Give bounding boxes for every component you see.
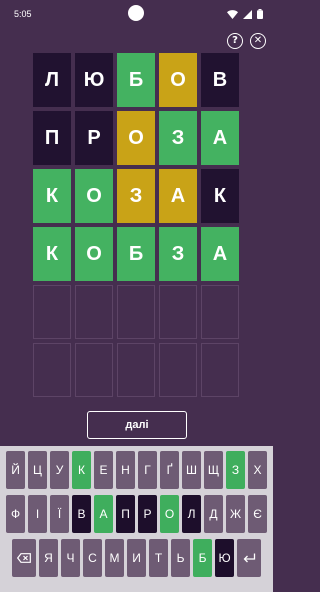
board-tile <box>33 343 71 397</box>
keyboard-key[interactable]: ї <box>50 495 69 533</box>
board-tile: к <box>33 227 71 281</box>
board-tile: к <box>201 169 239 223</box>
keyboard-row: фіївапролджє <box>0 495 273 533</box>
board-tile: о <box>75 169 113 223</box>
signal-icon <box>243 9 252 19</box>
board-tile <box>117 343 155 397</box>
board-tile: з <box>159 111 197 165</box>
keyboard-key[interactable]: а <box>94 495 113 533</box>
keyboard-key[interactable]: ф <box>6 495 25 533</box>
status-icons <box>227 9 263 19</box>
top-actions: ? ✕ <box>227 33 266 49</box>
board-tile: б <box>117 53 155 107</box>
board-tile: ю <box>75 53 113 107</box>
keyboard-key[interactable]: ц <box>28 451 47 489</box>
board-tile <box>201 343 239 397</box>
board-tile: п <box>33 111 71 165</box>
enter-icon <box>243 553 256 564</box>
keyboard-key[interactable]: м <box>105 539 124 577</box>
keyboard-key[interactable]: є <box>248 495 267 533</box>
keyboard-key[interactable]: и <box>127 539 146 577</box>
game-board: любовпрозакозаккобза <box>33 53 239 397</box>
board-tile <box>201 285 239 339</box>
keyboard-key[interactable]: ш <box>182 451 201 489</box>
status-time: 5:05 <box>14 9 32 19</box>
board-tile: р <box>75 111 113 165</box>
next-button[interactable]: далі <box>87 411 187 439</box>
board-tile <box>159 285 197 339</box>
keyboard-key[interactable]: і <box>28 495 47 533</box>
keyboard-key[interactable]: ч <box>61 539 80 577</box>
board-tile: з <box>117 169 155 223</box>
wifi-icon <box>227 9 238 19</box>
close-icon[interactable]: ✕ <box>250 33 266 49</box>
keyboard-key[interactable]: щ <box>204 451 223 489</box>
keyboard-key[interactable]: ь <box>171 539 190 577</box>
enter-key[interactable] <box>237 539 261 577</box>
board-tile <box>33 285 71 339</box>
keyboard-key[interactable]: к <box>72 451 91 489</box>
keyboard-key[interactable]: я <box>39 539 58 577</box>
board-tile: к <box>33 169 71 223</box>
board-tile: а <box>201 227 239 281</box>
board-tile <box>117 285 155 339</box>
board-tile: о <box>117 111 155 165</box>
camera-cutout <box>128 5 144 21</box>
keyboard-key[interactable]: х <box>248 451 267 489</box>
keyboard-key[interactable]: г <box>138 451 157 489</box>
battery-icon <box>257 9 263 19</box>
board-tile: о <box>75 227 113 281</box>
board-tile: л <box>33 53 71 107</box>
board-tile <box>75 343 113 397</box>
board-tile: о <box>159 53 197 107</box>
board-tile: з <box>159 227 197 281</box>
backspace-icon <box>17 553 31 563</box>
board-tile <box>159 343 197 397</box>
board-tile: а <box>201 111 239 165</box>
keyboard-key[interactable]: й <box>6 451 25 489</box>
keyboard-key[interactable]: е <box>94 451 113 489</box>
board-tile: в <box>201 53 239 107</box>
board-tile: б <box>117 227 155 281</box>
keyboard-key[interactable]: ж <box>226 495 245 533</box>
keyboard-row: йцукенгґшщзх <box>0 451 273 489</box>
keyboard-key[interactable]: у <box>50 451 69 489</box>
keyboard-key[interactable]: с <box>83 539 102 577</box>
on-screen-keyboard: йцукенгґшщзх фіївапролджє ячсмитьбю <box>0 446 273 592</box>
keyboard-key[interactable]: в <box>72 495 91 533</box>
backspace-key[interactable] <box>12 539 36 577</box>
keyboard-key[interactable]: п <box>116 495 135 533</box>
keyboard-key[interactable]: з <box>226 451 245 489</box>
keyboard-key[interactable]: т <box>149 539 168 577</box>
keyboard-key[interactable]: р <box>138 495 157 533</box>
keyboard-key[interactable]: л <box>182 495 201 533</box>
keyboard-key[interactable]: ю <box>215 539 234 577</box>
help-icon[interactable]: ? <box>227 33 243 49</box>
keyboard-key[interactable]: ґ <box>160 451 179 489</box>
board-tile <box>75 285 113 339</box>
board-tile: а <box>159 169 197 223</box>
keyboard-key[interactable]: д <box>204 495 223 533</box>
keyboard-key[interactable]: б <box>193 539 212 577</box>
keyboard-row: ячсмитьбю <box>0 539 273 577</box>
keyboard-key[interactable]: н <box>116 451 135 489</box>
keyboard-key[interactable]: о <box>160 495 179 533</box>
